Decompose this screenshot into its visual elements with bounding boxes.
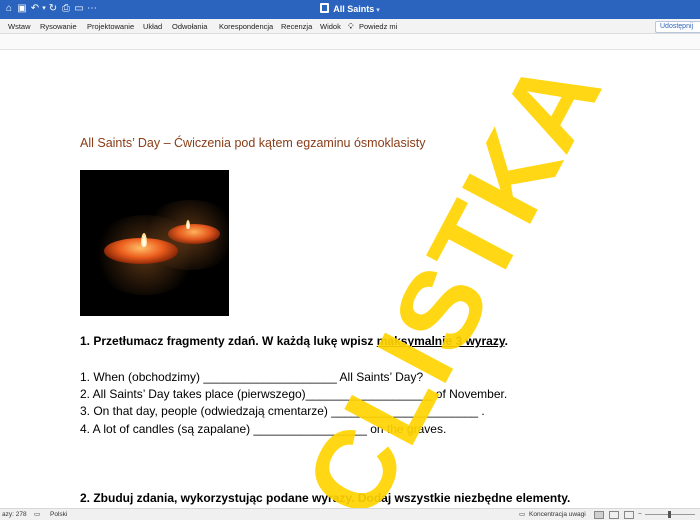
focus-mode-button[interactable]: Koncentracja uwagi — [529, 510, 586, 520]
task-1-item[interactable]: 3. On that day, people (odwiedzają cment… — [80, 404, 485, 418]
focus-icon[interactable]: ▭ — [519, 510, 525, 520]
ribbon-tabs: Wstaw Rysowanie Projektowanie Układ Odwo… — [0, 19, 700, 34]
tab-view[interactable]: Widok — [320, 19, 341, 34]
status-bar: azy: 278 ▭ Polski ▭ Koncentracja uwagi − — [0, 508, 700, 520]
title-bar: ⌂ ▣ ↶ ▾ ↻ ⎙ ▭ ⋯ All Saints ▾ — [0, 0, 700, 19]
tab-layout[interactable]: Układ — [143, 19, 162, 34]
read-mode-view-button[interactable] — [624, 511, 634, 519]
task-1-item[interactable]: 4. A lot of candles (są zapalane) ______… — [80, 422, 446, 436]
word-document-icon — [320, 3, 330, 13]
tab-references[interactable]: Odwołania — [172, 19, 207, 34]
tab-draw[interactable]: Rysowanie — [40, 19, 77, 34]
tab-insert[interactable]: Wstaw — [8, 19, 31, 34]
chevron-down-icon: ▾ — [376, 7, 380, 14]
task-1-item[interactable]: 2. All Saints’ Day takes place (pierwsze… — [80, 387, 507, 401]
task-2-title: 2. Zbuduj zdania, wykorzystując podane w… — [80, 491, 571, 505]
share-button[interactable]: Udostępnij — [655, 21, 700, 33]
tab-design[interactable]: Projektowanie — [87, 19, 134, 34]
candle-flame-back — [186, 220, 190, 229]
proofing-icon[interactable]: ▭ — [34, 510, 40, 520]
candles-image[interactable] — [80, 170, 229, 316]
web-layout-view-button[interactable] — [609, 511, 619, 519]
document-title[interactable]: All Saints ▾ — [0, 0, 700, 19]
document-heading: All Saints’ Day – Ćwiczenia pod kątem eg… — [80, 136, 426, 150]
tab-mailings[interactable]: Korespondencja — [219, 19, 273, 34]
language-indicator[interactable]: Polski — [50, 510, 67, 520]
lightbulb-icon: 💡︎ — [348, 22, 354, 31]
ribbon-toolbar — [0, 34, 700, 50]
tell-me-search[interactable]: Powiedz mi — [359, 19, 397, 34]
word-count[interactable]: azy: 278 — [2, 510, 27, 520]
candle-flame-front — [141, 233, 147, 247]
zoom-slider-handle[interactable] — [668, 511, 671, 518]
print-layout-view-button[interactable] — [594, 511, 604, 519]
tab-review[interactable]: Recenzja — [281, 19, 312, 34]
task-1-title: 1. Przetłumacz fragmenty zdań. W każdą l… — [80, 334, 508, 348]
task-1-item[interactable]: 1. When (obchodzimy) ___________________… — [80, 370, 423, 384]
zoom-out-icon[interactable]: − — [638, 510, 642, 520]
document-page[interactable]: All Saints’ Day – Ćwiczenia pod kątem eg… — [0, 50, 700, 508]
